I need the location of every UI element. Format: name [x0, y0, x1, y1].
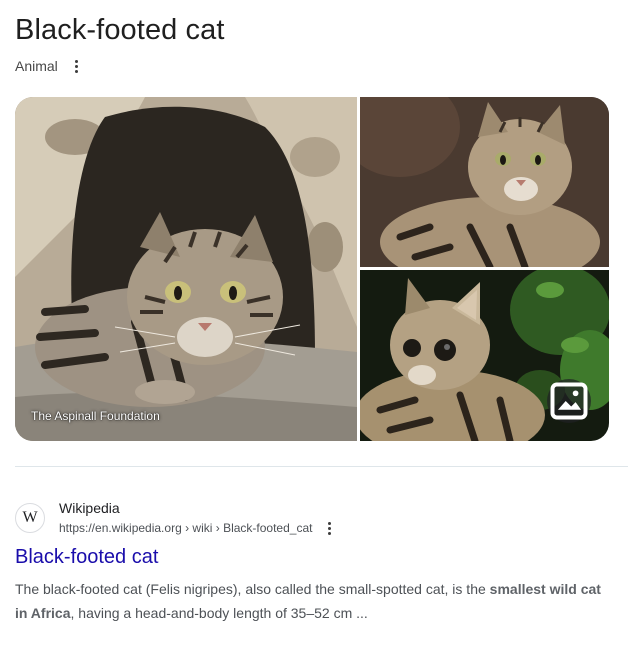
result-snippet: The black-footed cat (Felis nigripes), a…	[15, 577, 615, 625]
snippet-text-start: The black-footed cat (Felis nigripes), a…	[15, 581, 490, 597]
panel-title: Black-footed cat	[15, 14, 225, 46]
main-cat-image[interactable]: The Aspinall Foundation	[15, 97, 357, 441]
more-options-icon[interactable]	[70, 58, 84, 74]
cat-image-sitting[interactable]	[360, 97, 609, 267]
section-divider	[15, 466, 628, 467]
snippet-bold-1: smallest	[489, 581, 546, 597]
source-text: Wikipedia https://en.wikipedia.org › wik…	[59, 499, 336, 537]
image-icon	[550, 382, 588, 420]
result-source[interactable]: W Wikipedia https://en.wikipedia.org › w…	[15, 499, 336, 537]
result-url[interactable]: https://en.wikipedia.org › wiki › Black-…	[59, 519, 312, 537]
site-name[interactable]: Wikipedia	[59, 499, 336, 517]
panel-subtitle: Animal	[15, 58, 58, 74]
panel-subtitle-row: Animal	[15, 58, 84, 74]
result-more-options-icon[interactable]	[322, 520, 336, 536]
image-gallery: The Aspinall Foundation	[15, 97, 609, 441]
view-images-button[interactable]	[547, 379, 591, 423]
image-credit: The Aspinall Foundation	[31, 409, 160, 423]
wikipedia-favicon-icon: W	[15, 503, 45, 533]
cat-image-leaves[interactable]	[360, 270, 609, 441]
url-row: https://en.wikipedia.org › wiki › Black-…	[59, 519, 336, 537]
snippet-text-end: , having a head-and-body length of 35–52…	[70, 605, 368, 621]
result-title-link[interactable]: Black-footed cat	[15, 546, 158, 569]
